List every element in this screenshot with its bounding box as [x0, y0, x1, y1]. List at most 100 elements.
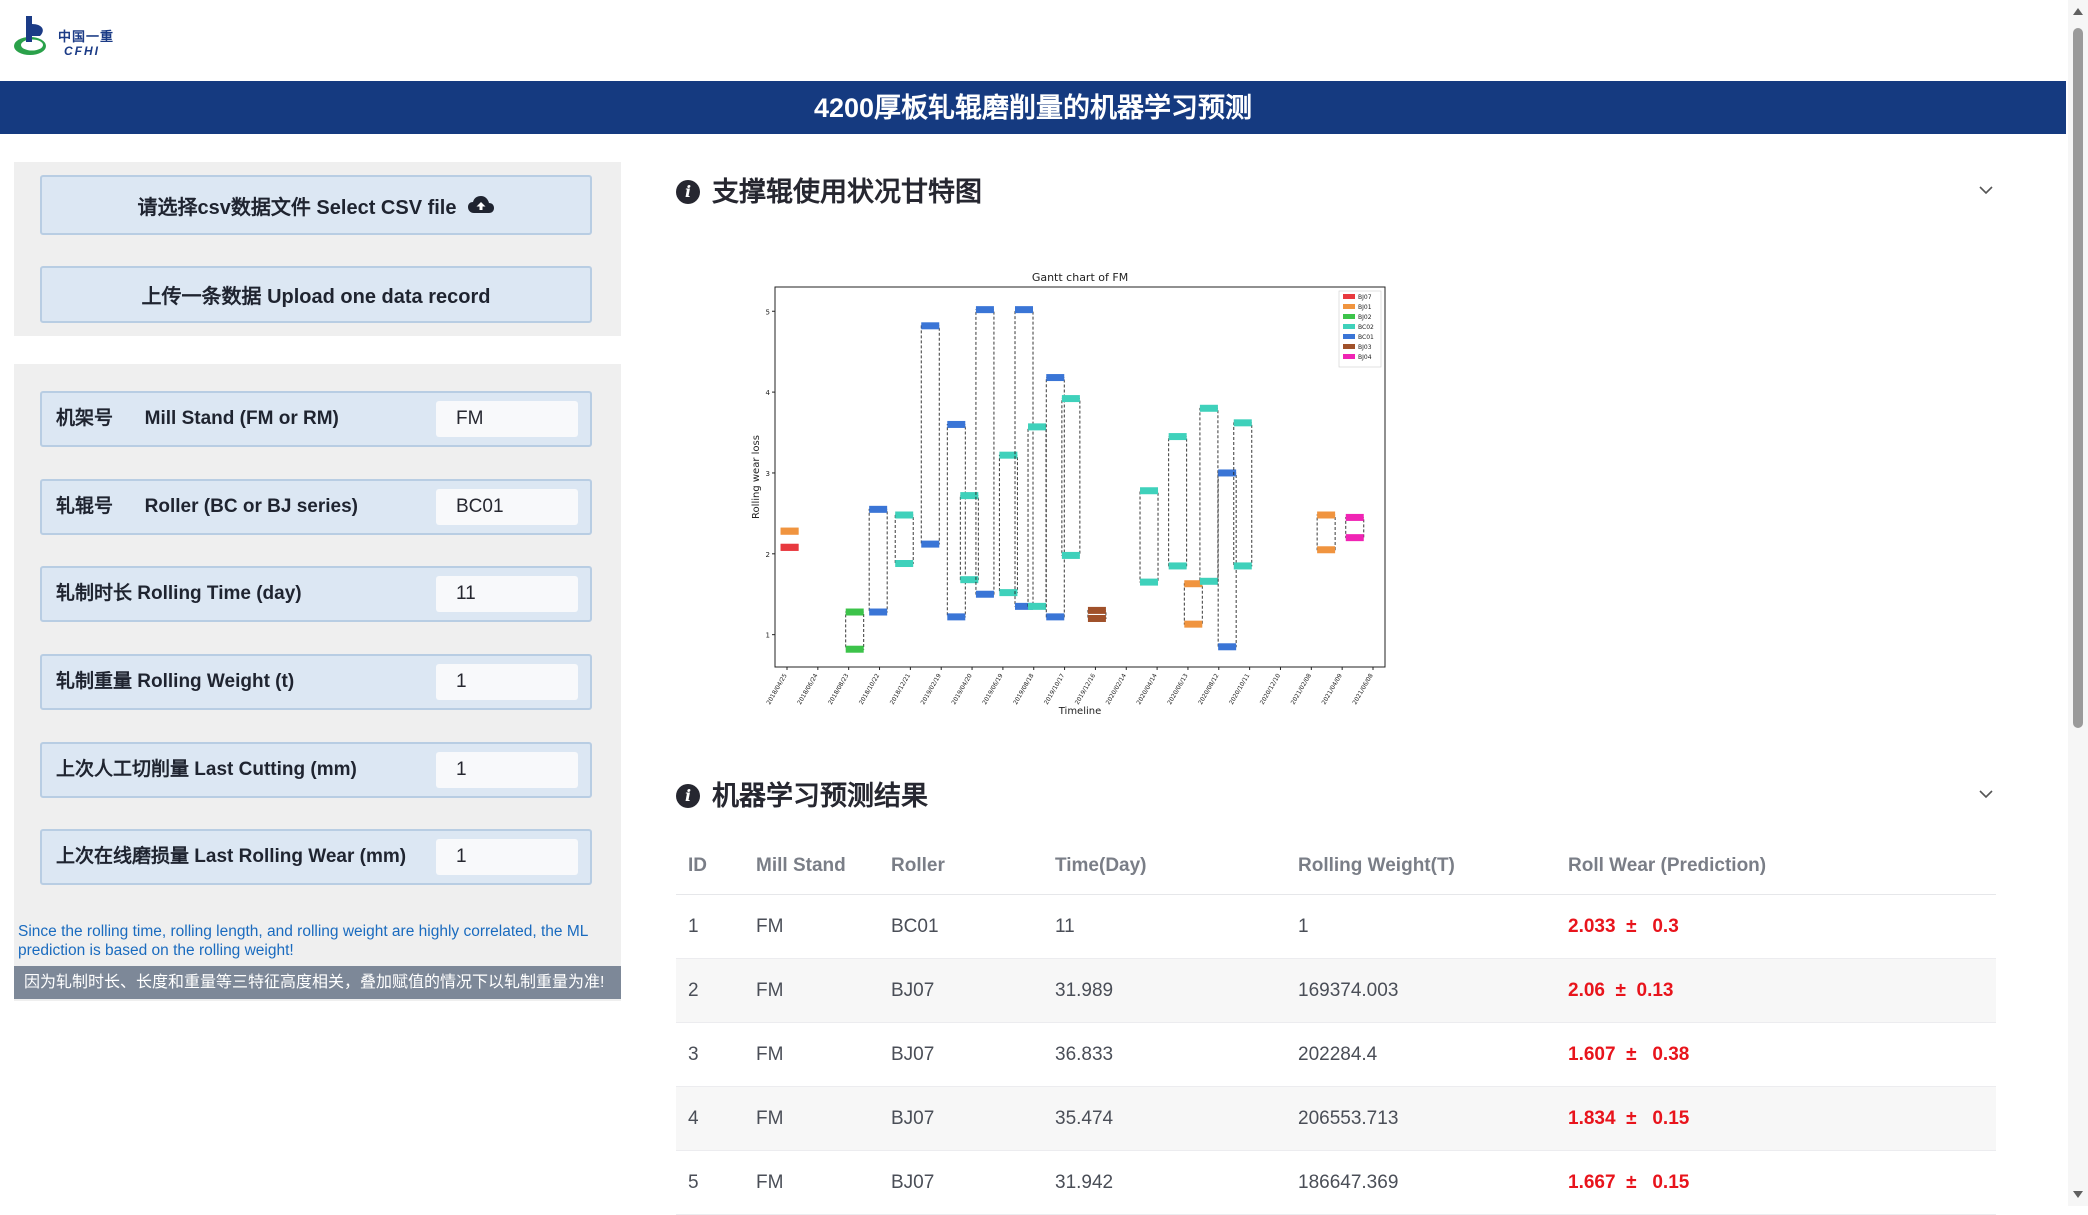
cell-time: 35.474 [1043, 1086, 1286, 1151]
rolling-weight-field: 轧制重量 Rolling Weight (t) 1 [40, 654, 592, 710]
table-row: 3 FM BJ07 36.833 202284.4 1.607 ± 0.38 [676, 1022, 1996, 1087]
column-header: Mill Stand [744, 838, 879, 895]
gantt-bar-end [1168, 562, 1187, 570]
legend-swatch [1343, 344, 1355, 349]
gantt-bar-end [1028, 602, 1047, 610]
legend-swatch [1343, 324, 1355, 329]
rolling-weight-label: 轧制重量 Rolling Weight (t) [56, 671, 295, 692]
gantt-bar-start [1046, 374, 1065, 382]
gantt-bar-end [1233, 562, 1252, 570]
gantt-bar-start [1168, 433, 1187, 441]
cell-id: 1 [676, 894, 744, 959]
gantt-bar-start [1317, 511, 1336, 519]
cell-mill-stand: FM [744, 1022, 879, 1087]
legend-label: BC01 [1358, 334, 1374, 341]
cell-time: 31.942 [1043, 1150, 1286, 1215]
legend-label: BJ03 [1358, 344, 1372, 351]
cell-prediction: 2.06 ± 0.13 [1556, 958, 1996, 1023]
gantt-bar-end [780, 527, 799, 535]
gantt-bar-start [975, 306, 994, 314]
cell-prediction: 1.834 ± 0.15 [1556, 1086, 1996, 1151]
gantt-bar-start [869, 505, 888, 513]
x-tick-label: 2019/04/20 [950, 672, 973, 706]
results-section-header[interactable]: i 机器学习预测结果 [676, 778, 1996, 818]
table-row: 2 FM BJ07 31.989 169374.003 2.06 ± 0.13 [676, 958, 1996, 1023]
last-cutting-field: 上次人工切削量 Last Cutting (mm) 1 [40, 742, 592, 798]
upload-one-record-button[interactable]: 上传一条数据 Upload one data record [40, 266, 592, 323]
select-csv-button[interactable]: 请选择csv数据文件 Select CSV file [40, 175, 592, 235]
cell-weight: 202284.4 [1286, 1022, 1556, 1087]
gantt-bar-start [1140, 487, 1159, 495]
x-tick-label: 2021/06/08 [1351, 672, 1374, 706]
x-axis-label: Timeline [1058, 706, 1102, 717]
gantt-bar-end [1184, 620, 1203, 628]
x-tick-label: 2019/10/17 [1043, 672, 1066, 706]
legend-swatch [1343, 294, 1355, 299]
cell-weight: 206553.713 [1286, 1086, 1556, 1151]
gantt-section-header[interactable]: i 支撑辊使用状况甘特图 [676, 174, 1996, 214]
cfhi-logo-mark [14, 16, 46, 55]
legend-label: BJ01 [1358, 304, 1372, 311]
rolling-time-input[interactable]: 11 [436, 576, 578, 612]
gantt-bar-end [1317, 546, 1336, 554]
y-tick-label: 3 [766, 470, 770, 478]
logo-zh-text: 中国一重 [58, 29, 115, 44]
last-rolling-wear-input[interactable]: 1 [436, 839, 578, 875]
gantt-bar-end [1046, 613, 1065, 621]
gantt-bar-start [947, 420, 966, 428]
cell-time: 31.989 [1043, 958, 1286, 1023]
legend-swatch [1343, 304, 1355, 309]
logo-bar: 中国一重 CFHI [0, 0, 2068, 80]
column-header: Roll Wear (Prediction) [1556, 838, 1996, 895]
results-section-title: 机器学习预测结果 [712, 781, 928, 811]
x-tick-label: 2018/08/23 [827, 672, 850, 706]
upload-one-record-label: 上传一条数据 Upload one data record [141, 286, 491, 308]
gantt-bar-start [1345, 513, 1364, 521]
cell-id: 5 [676, 1150, 744, 1215]
roller-input[interactable]: BC01 [436, 489, 578, 525]
gantt-section-title: 支撑辊使用状况甘特图 [712, 177, 982, 207]
gantt-bar-end [1218, 643, 1237, 651]
x-tick-label: 2020/10/11 [1228, 672, 1251, 706]
correlation-note-en: Since the rolling time, rolling length, … [18, 923, 588, 959]
x-tick-label: 2020/02/14 [1105, 672, 1128, 706]
last-cutting-input[interactable]: 1 [436, 752, 578, 788]
gantt-bar-end [1140, 578, 1159, 586]
x-tick-label: 2019/02/19 [920, 672, 943, 706]
cell-roller: BJ07 [879, 958, 1043, 1023]
gantt-bar-end [869, 608, 888, 616]
correlation-note-zh: 因为轧制时长、长度和重量等三特征高度相关，叠加赋值的情况下以轧制重量为准! [14, 966, 621, 999]
chevron-down-icon[interactable] [1976, 180, 1996, 200]
vertical-scrollbar[interactable] [2068, 0, 2088, 1206]
legend-label: BC02 [1358, 324, 1374, 331]
chevron-down-icon[interactable] [1976, 784, 1996, 804]
table-header-row: ID Mill Stand Roller Time(Day) Rolling W… [676, 838, 1996, 895]
y-tick-label: 2 [766, 551, 770, 559]
info-icon: i [676, 180, 700, 204]
scroll-down-arrow-icon[interactable] [2073, 1191, 2083, 1198]
legend-label: BJ04 [1358, 354, 1372, 361]
cell-roller: BC01 [879, 894, 1043, 959]
gantt-bar-end [1345, 534, 1364, 542]
scroll-up-arrow-icon[interactable] [2073, 8, 2083, 15]
rolling-weight-input[interactable]: 1 [436, 664, 578, 700]
mill-stand-input[interactable]: FM [436, 401, 578, 437]
legend-label: BJ07 [1358, 294, 1372, 301]
scroll-thumb[interactable] [2073, 28, 2083, 728]
x-tick-label: 2019/12/16 [1074, 672, 1097, 706]
x-tick-label: 2020/08/12 [1197, 672, 1220, 706]
table-row: 1 FM BC01 11 1 2.033 ± 0.3 [676, 894, 1996, 959]
cell-weight: 1 [1286, 894, 1556, 959]
x-tick-label: 2021/04/09 [1321, 672, 1344, 706]
last-cutting-label: 上次人工切削量 Last Cutting (mm) [56, 759, 357, 780]
x-tick-label: 2018/12/21 [889, 672, 912, 706]
cell-id: 2 [676, 958, 744, 1023]
table-row: 5 FM BJ07 31.942 186647.369 1.667 ± 0.15 [676, 1150, 1996, 1215]
gantt-bar-end [947, 613, 966, 621]
cell-mill-stand: FM [744, 958, 879, 1023]
cell-time: 11 [1043, 894, 1286, 959]
cell-id: 4 [676, 1086, 744, 1151]
cell-roller: BJ07 [879, 1086, 1043, 1151]
select-csv-label: 请选择csv数据文件 Select CSV file [137, 196, 457, 219]
gantt-bar-start [1061, 395, 1080, 403]
